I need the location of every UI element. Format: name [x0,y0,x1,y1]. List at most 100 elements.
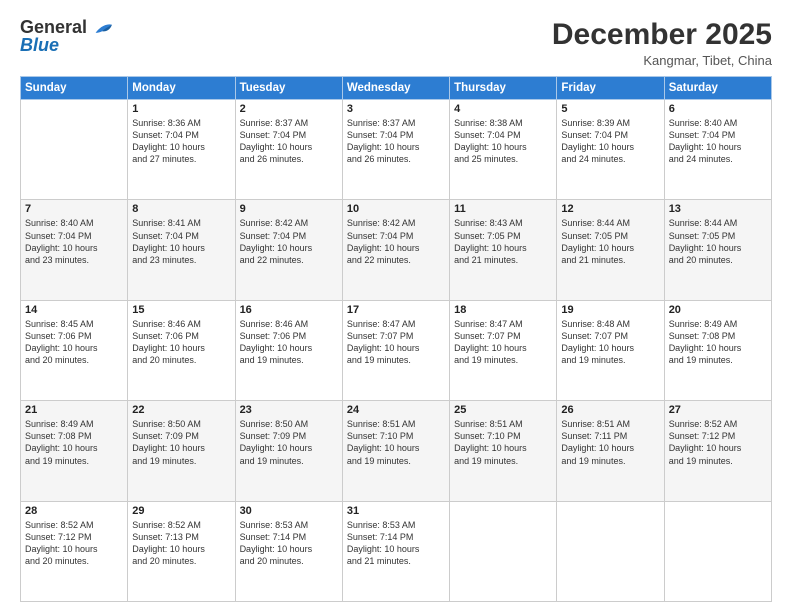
day-number: 29 [132,505,230,517]
calendar-cell: 26 Sunrise: 8:51 AM Sunset: 7:11 PM Dayli… [557,401,664,501]
day-number: 31 [347,505,445,517]
day-info: Sunrise: 8:52 AM Sunset: 7:12 PM Dayligh… [669,418,767,467]
calendar-header-sunday: Sunday [21,77,128,100]
calendar-week-row: 21 Sunrise: 8:49 AM Sunset: 7:08 PM Dayli… [21,401,772,501]
day-number: 4 [454,103,552,115]
day-number: 21 [25,404,123,416]
day-info: Sunrise: 8:42 AM Sunset: 7:04 PM Dayligh… [240,217,338,266]
location: Kangmar, Tibet, China [552,53,772,68]
day-info: Sunrise: 8:40 AM Sunset: 7:04 PM Dayligh… [25,217,123,266]
day-info: Sunrise: 8:51 AM Sunset: 7:11 PM Dayligh… [561,418,659,467]
calendar-cell: 10 Sunrise: 8:42 AM Sunset: 7:04 PM Dayli… [342,200,449,300]
day-number: 23 [240,404,338,416]
calendar-cell: 8 Sunrise: 8:41 AM Sunset: 7:04 PM Daylig… [128,200,235,300]
day-info: Sunrise: 8:46 AM Sunset: 7:06 PM Dayligh… [132,318,230,367]
calendar-header-monday: Monday [128,77,235,100]
day-number: 18 [454,304,552,316]
day-info: Sunrise: 8:38 AM Sunset: 7:04 PM Dayligh… [454,117,552,166]
day-number: 30 [240,505,338,517]
day-info: Sunrise: 8:44 AM Sunset: 7:05 PM Dayligh… [561,217,659,266]
day-info: Sunrise: 8:52 AM Sunset: 7:12 PM Dayligh… [25,519,123,568]
calendar-cell: 17Sunrise: 8:47 AM Sunset: 7:07 PM Dayli… [342,300,449,400]
day-info: Sunrise: 8:37 AM Sunset: 7:04 PM Dayligh… [240,117,338,166]
calendar-header-wednesday: Wednesday [342,77,449,100]
day-info: Sunrise: 8:42 AM Sunset: 7:04 PM Dayligh… [347,217,445,266]
day-number: 3 [347,103,445,115]
day-info: Sunrise: 8:41 AM Sunset: 7:04 PM Dayligh… [132,217,230,266]
day-info: Sunrise: 8:53 AM Sunset: 7:14 PM Dayligh… [240,519,338,568]
day-info: Sunrise: 8:50 AM Sunset: 7:09 PM Dayligh… [240,418,338,467]
day-number: 27 [669,404,767,416]
calendar-cell: 29 Sunrise: 8:52 AM Sunset: 7:13 PM Dayli… [128,501,235,601]
calendar-cell [557,501,664,601]
day-number: 22 [132,404,230,416]
calendar-cell: 6Sunrise: 8:40 AM Sunset: 7:04 PM Daylig… [664,100,771,200]
day-number: 15 [132,304,230,316]
header: General Blue December 2025 Kangmar, Tibe… [20,18,772,68]
day-info: Sunrise: 8:44 AM Sunset: 7:05 PM Dayligh… [669,217,767,266]
calendar-cell [21,100,128,200]
day-info: Sunrise: 8:49 AM Sunset: 7:08 PM Dayligh… [25,418,123,467]
day-number: 9 [240,203,338,215]
calendar-cell: 23 Sunrise: 8:50 AM Sunset: 7:09 PM Dayli… [235,401,342,501]
calendar-cell [664,501,771,601]
day-info: Sunrise: 8:37 AM Sunset: 7:04 PM Dayligh… [347,117,445,166]
day-number: 7 [25,203,123,215]
day-info: Sunrise: 8:52 AM Sunset: 7:13 PM Dayligh… [132,519,230,568]
day-number: 12 [561,203,659,215]
day-number: 13 [669,203,767,215]
day-number: 19 [561,304,659,316]
day-number: 1 [132,103,230,115]
title-section: December 2025 Kangmar, Tibet, China [552,18,772,68]
calendar-cell: 16 Sunrise: 8:46 AM Sunset: 7:06 PM Dayli… [235,300,342,400]
day-number: 16 [240,304,338,316]
day-number: 28 [25,505,123,517]
calendar-cell: 2 Sunrise: 8:37 AM Sunset: 7:04 PM Daylig… [235,100,342,200]
calendar-cell: 24Sunrise: 8:51 AM Sunset: 7:10 PM Dayli… [342,401,449,501]
calendar-cell [450,501,557,601]
calendar-week-row: 28 Sunrise: 8:52 AM Sunset: 7:12 PM Dayli… [21,501,772,601]
calendar-cell: 27 Sunrise: 8:52 AM Sunset: 7:12 PM Dayli… [664,401,771,501]
calendar-week-row: 7 Sunrise: 8:40 AM Sunset: 7:04 PM Daylig… [21,200,772,300]
month-title: December 2025 [552,18,772,51]
calendar-cell: 20 Sunrise: 8:49 AM Sunset: 7:08 PM Dayli… [664,300,771,400]
calendar-week-row: 14Sunrise: 8:45 AM Sunset: 7:06 PM Dayli… [21,300,772,400]
day-number: 14 [25,304,123,316]
calendar-cell: 11 Sunrise: 8:43 AM Sunset: 7:05 PM Dayli… [450,200,557,300]
day-number: 10 [347,203,445,215]
calendar-cell: 5 Sunrise: 8:39 AM Sunset: 7:04 PM Daylig… [557,100,664,200]
logo-blue: Blue [20,36,59,56]
calendar-week-row: 1 Sunrise: 8:36 AM Sunset: 7:04 PM Daylig… [21,100,772,200]
day-number: 2 [240,103,338,115]
day-number: 20 [669,304,767,316]
day-info: Sunrise: 8:47 AM Sunset: 7:07 PM Dayligh… [454,318,552,367]
logo: General Blue [20,18,112,56]
page: General Blue December 2025 Kangmar, Tibe… [0,0,792,612]
calendar-cell: 4 Sunrise: 8:38 AM Sunset: 7:04 PM Daylig… [450,100,557,200]
day-info: Sunrise: 8:40 AM Sunset: 7:04 PM Dayligh… [669,117,767,166]
day-info: Sunrise: 8:47 AM Sunset: 7:07 PM Dayligh… [347,318,445,367]
day-number: 11 [454,203,552,215]
day-number: 26 [561,404,659,416]
day-info: Sunrise: 8:39 AM Sunset: 7:04 PM Dayligh… [561,117,659,166]
calendar-cell: 18 Sunrise: 8:47 AM Sunset: 7:07 PM Dayli… [450,300,557,400]
day-info: Sunrise: 8:50 AM Sunset: 7:09 PM Dayligh… [132,418,230,467]
day-info: Sunrise: 8:43 AM Sunset: 7:05 PM Dayligh… [454,217,552,266]
calendar-cell: 22 Sunrise: 8:50 AM Sunset: 7:09 PM Dayli… [128,401,235,501]
calendar-cell: 14Sunrise: 8:45 AM Sunset: 7:06 PM Dayli… [21,300,128,400]
calendar-header-tuesday: Tuesday [235,77,342,100]
calendar-header-thursday: Thursday [450,77,557,100]
day-number: 24 [347,404,445,416]
day-info: Sunrise: 8:36 AM Sunset: 7:04 PM Dayligh… [132,117,230,166]
calendar-cell: 28 Sunrise: 8:52 AM Sunset: 7:12 PM Dayli… [21,501,128,601]
calendar-cell: 21 Sunrise: 8:49 AM Sunset: 7:08 PM Dayli… [21,401,128,501]
day-number: 5 [561,103,659,115]
day-info: Sunrise: 8:49 AM Sunset: 7:08 PM Dayligh… [669,318,767,367]
day-number: 25 [454,404,552,416]
day-number: 8 [132,203,230,215]
calendar-cell: 13 Sunrise: 8:44 AM Sunset: 7:05 PM Dayli… [664,200,771,300]
day-info: Sunrise: 8:46 AM Sunset: 7:06 PM Dayligh… [240,318,338,367]
day-info: Sunrise: 8:48 AM Sunset: 7:07 PM Dayligh… [561,318,659,367]
calendar-cell: 31Sunrise: 8:53 AM Sunset: 7:14 PM Dayli… [342,501,449,601]
calendar-table: SundayMondayTuesdayWednesdayThursdayFrid… [20,76,772,602]
